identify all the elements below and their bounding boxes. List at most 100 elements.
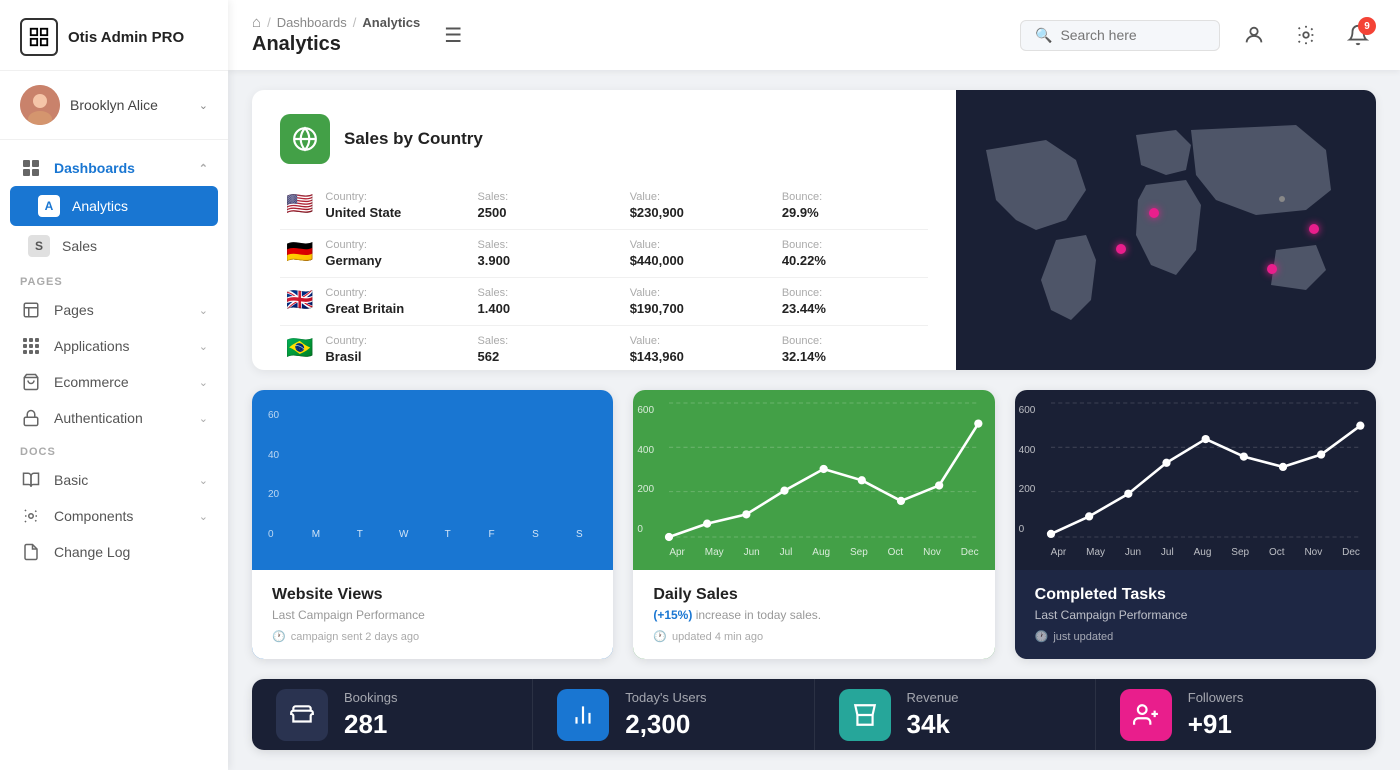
user-profile-button[interactable] [1236, 17, 1272, 53]
clock-icon: 🕐 [272, 630, 286, 643]
home-icon[interactable]: ⌂ [252, 14, 261, 31]
sidebar-nav: Dashboards ⌃ A Analytics S Sales PAGES P… [0, 140, 228, 770]
ecommerce-chevron-icon: ⌄ [199, 376, 208, 389]
applications-label: Applications [54, 338, 187, 354]
sales-cell: Sales: 1.400 [472, 278, 624, 326]
sidebar-logo: Otis Admin PRO [0, 0, 228, 71]
flag-cell: 🇩🇪 [280, 230, 319, 278]
components-icon [20, 507, 42, 525]
flag-cell: 🇬🇧 [280, 278, 319, 326]
country-table: 🇺🇸 Country: United State Sales: 2500 Val… [280, 182, 928, 370]
value-cell: Value: $230,900 [624, 182, 776, 230]
country-cell: Country: Great Britain [319, 278, 471, 326]
daily-sales-svg [669, 400, 978, 540]
sidebar-item-applications[interactable]: Applications ⌄ [0, 328, 228, 364]
clock-icon3: 🕐 [1035, 630, 1049, 643]
daily-sales-title: Daily Sales [653, 586, 974, 604]
ecommerce-icon [20, 373, 42, 391]
daily-sales-info: Daily Sales (+15%) increase in today sal… [633, 570, 994, 659]
country-table-row: 🇺🇸 Country: United State Sales: 2500 Val… [280, 182, 928, 230]
breadcrumb-sep2: / [353, 15, 357, 30]
website-views-footer-text: campaign sent 2 days ago [291, 631, 419, 643]
sidebar-item-changelog[interactable]: Change Log [0, 534, 228, 570]
notification-badge: 9 [1358, 17, 1376, 35]
daily-sales-footer-text: updated 4 min ago [672, 631, 763, 643]
completed-tasks-card: 600 400 200 0 [1015, 390, 1376, 659]
website-views-subtitle: Last Campaign Performance [272, 608, 593, 622]
sidebar-item-sales[interactable]: S Sales [0, 226, 228, 266]
sidebar-item-components[interactable]: Components ⌄ [0, 498, 228, 534]
logo-icon [28, 26, 50, 48]
bounce-cell: Bounce: 23.44% [776, 278, 928, 326]
changelog-icon [20, 543, 42, 561]
bookings-icon-box [276, 689, 328, 741]
country-cell: Country: Germany [319, 230, 471, 278]
components-chevron-icon: ⌄ [199, 510, 208, 523]
card-header: Sales by Country [280, 114, 928, 164]
docs-section-label: DOCS [0, 436, 228, 462]
sidebar-user[interactable]: Brooklyn Alice ⌄ [0, 71, 228, 140]
daily-sales-subtitle: (+15%) increase in today sales. [653, 608, 974, 622]
notifications-button[interactable]: 9 [1340, 17, 1376, 53]
settings-button[interactable] [1288, 17, 1324, 53]
user-chevron-icon[interactable]: ⌄ [199, 99, 208, 112]
bounce-cell: Bounce: 29.9% [776, 182, 928, 230]
search-input[interactable] [1060, 27, 1205, 43]
basic-chevron-icon: ⌄ [199, 474, 208, 487]
value-cell: Value: $143,960 [624, 326, 776, 371]
breadcrumb: ⌂ / Dashboards / Analytics [252, 14, 420, 31]
country-table-row: 🇬🇧 Country: Great Britain Sales: 1.400 V… [280, 278, 928, 326]
sidebar-item-authentication[interactable]: Authentication ⌄ [0, 400, 228, 436]
avatar [20, 85, 60, 125]
country-table-row: 🇧🇷 Country: Brasil Sales: 562 Value: $14… [280, 326, 928, 371]
sales-country-title: Sales by Country [344, 129, 483, 149]
completed-tasks-footer: 🕐 just updated [1035, 630, 1356, 643]
sidebar-item-dashboards[interactable]: Dashboards ⌃ [0, 150, 228, 186]
pages-nav-label: Pages [54, 302, 187, 318]
search-box[interactable]: 🔍 [1020, 20, 1220, 51]
value-cell: Value: $440,000 [624, 230, 776, 278]
analytics-label: Analytics [72, 198, 198, 214]
menu-icon[interactable]: ☰ [444, 23, 462, 48]
avatar-image [20, 85, 60, 125]
pages-chevron-icon: ⌄ [199, 304, 208, 317]
components-label: Components [54, 508, 187, 524]
daily-sales-footer: 🕐 updated 4 min ago [653, 630, 974, 643]
sidebar-item-analytics[interactable]: A Analytics [10, 186, 218, 226]
completed-tasks-svg [1051, 400, 1360, 540]
logo-title: Otis Admin PRO [68, 29, 184, 46]
sales-cell: Sales: 562 [472, 326, 624, 371]
globe-icon-box [280, 114, 330, 164]
world-map-section [956, 90, 1376, 370]
topbar: ⌂ / Dashboards / Analytics Analytics ☰ 🔍… [228, 0, 1400, 70]
sidebar-item-ecommerce[interactable]: Ecommerce ⌄ [0, 364, 228, 400]
sales-by-country-card: Sales by Country 🇺🇸 Country: United Stat… [252, 90, 1376, 370]
followers-icon-box [1120, 689, 1172, 741]
breadcrumb-dashboards[interactable]: Dashboards [277, 15, 347, 30]
topbar-icons: 9 [1236, 17, 1376, 53]
person-add-icon [1133, 702, 1159, 728]
sidebar-item-pages[interactable]: Pages ⌄ [0, 292, 228, 328]
website-views-card: 60 40 20 0 M T [252, 390, 613, 659]
website-views-footer: 🕐 campaign sent 2 days ago [272, 630, 593, 643]
revenue-label: Revenue [907, 690, 959, 705]
stat-bookings: Bookings 281 [252, 679, 533, 750]
applications-chevron-icon: ⌄ [199, 340, 208, 353]
country-cell: Country: United State [319, 182, 471, 230]
sales-table-section: Sales by Country 🇺🇸 Country: United Stat… [252, 90, 956, 370]
user-name: Brooklyn Alice [70, 97, 189, 113]
daily-sales-percent: (+15%) [653, 608, 692, 622]
revenue-text: Revenue 34k [907, 690, 959, 740]
pages-section-label: PAGES [0, 266, 228, 292]
authentication-label: Authentication [54, 410, 187, 426]
stats-row: Bookings 281 Today's Users 2,300 [252, 679, 1376, 750]
main-content: ⌂ / Dashboards / Analytics Analytics ☰ 🔍… [228, 0, 1400, 770]
completed-tasks-info: Completed Tasks Last Campaign Performanc… [1015, 570, 1376, 659]
globe-icon [292, 126, 318, 152]
completed-tasks-footer-text: just updated [1053, 631, 1113, 643]
sidebar-item-basic[interactable]: Basic ⌄ [0, 462, 228, 498]
flag-cell: 🇺🇸 [280, 182, 319, 230]
sidebar: Otis Admin PRO Brooklyn Alice ⌄ Dashboar… [0, 0, 228, 770]
stat-followers: Followers +91 [1096, 679, 1376, 750]
basic-label: Basic [54, 472, 187, 488]
